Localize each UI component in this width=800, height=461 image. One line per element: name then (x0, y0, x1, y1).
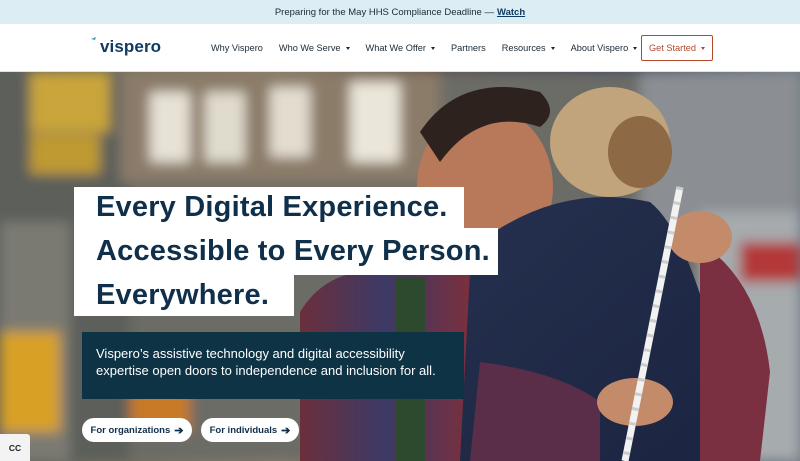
menu-item-label: What We Offer (365, 43, 426, 53)
menu-item-what-we-offer[interactable]: What We Offer (366, 43, 435, 53)
chevron-down-icon (550, 46, 555, 50)
for-individuals-label: For individuals (209, 424, 278, 436)
arrow-right-icon: ➔ (174, 424, 184, 437)
menu-item-label: Partners (450, 43, 486, 53)
menu-item-label: Resources (501, 43, 546, 53)
logo-text: vispero (100, 37, 162, 56)
logo-mark-icon (91, 37, 96, 40)
menu-item-label: About Vispero (570, 43, 629, 53)
menu-item-resources[interactable]: Resources (502, 43, 555, 53)
arrow-right-icon: ➔ (281, 424, 291, 437)
chevron-down-icon (633, 46, 638, 50)
menu-item-why-vispero[interactable]: Why Vispero (211, 43, 263, 53)
get-started-label: Get Started (649, 43, 696, 53)
for-organizations-label: For organizations (90, 424, 171, 436)
chevron-down-icon (345, 46, 350, 50)
vispero-logo[interactable]: vispero (90, 37, 161, 57)
hero-section: Every Digital Experience. Accessible to … (0, 72, 800, 461)
chevron-down-icon (430, 46, 435, 50)
for-individuals-button[interactable]: For individuals ➔ (201, 418, 299, 442)
main-menu: Why Vispero Who We Serve What We Offer P… (211, 24, 653, 72)
for-organizations-button[interactable]: For organizations ➔ (82, 418, 192, 442)
menu-item-label: Who We Serve (278, 43, 341, 53)
hero-headline-line-3: Everywhere. (74, 275, 294, 316)
menu-item-partners[interactable]: Partners (451, 43, 486, 53)
captions-icon: CC (8, 442, 22, 453)
hero-description: Vispero’s assistive technology and digit… (82, 332, 464, 399)
top-navigation: vispero Why Vispero Who We Serve What We… (0, 24, 800, 72)
menu-item-who-we-serve[interactable]: Who We Serve (279, 43, 350, 53)
announcement-banner: Preparing for the May HHS Compliance Dea… (0, 0, 800, 24)
get-started-button[interactable]: Get Started (641, 35, 713, 61)
accessibility-widget-button[interactable]: CC (0, 434, 30, 461)
menu-item-about-vispero[interactable]: About Vispero (571, 43, 638, 53)
banner-watch-link[interactable]: Watch (497, 7, 525, 18)
hero-headline-line-2: Accessible to Every Person. (74, 228, 498, 275)
hero-headline-line-1: Every Digital Experience. (74, 187, 464, 228)
chevron-down-icon (700, 46, 705, 50)
banner-text: Preparing for the May HHS Compliance Dea… (274, 6, 494, 18)
menu-item-label: Why Vispero (211, 43, 263, 53)
